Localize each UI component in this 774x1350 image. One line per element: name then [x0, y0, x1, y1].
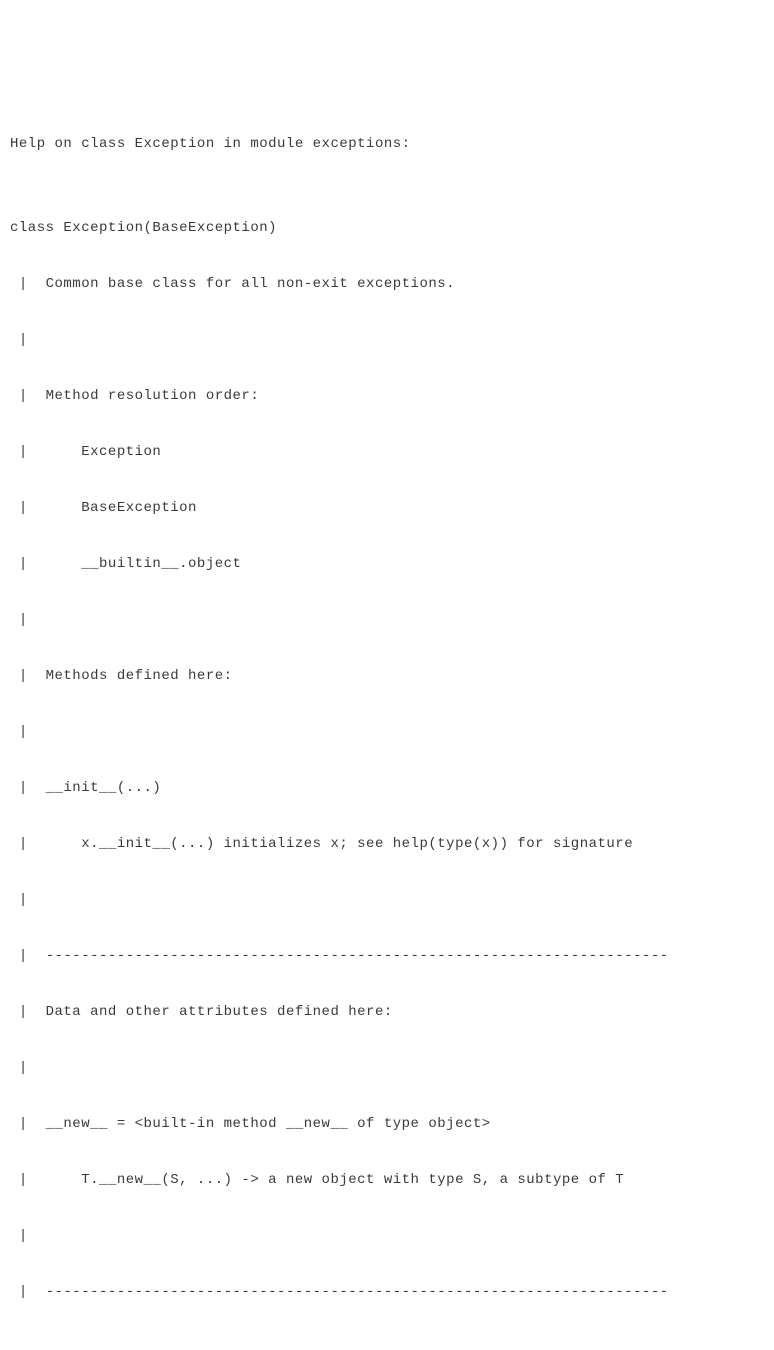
help-line: | T.__new__(S, ...) -> a new object with…: [10, 1166, 764, 1194]
help-line: |: [10, 1222, 764, 1250]
help-line: | __new__ = <built-in method __new__ of …: [10, 1110, 764, 1138]
help-line: | Data and other attributes defined here…: [10, 998, 764, 1026]
help-line: |: [10, 718, 764, 746]
help-line: | Methods defined here:: [10, 662, 764, 690]
help-line: | __init__(...): [10, 774, 764, 802]
help-line: | --------------------------------------…: [10, 942, 764, 970]
help-line: Help on class Exception in module except…: [10, 130, 764, 158]
help-line: |: [10, 326, 764, 354]
help-line: | Method resolution order:: [10, 382, 764, 410]
help-line: | __builtin__.object: [10, 550, 764, 578]
help-line: | Common base class for all non-exit exc…: [10, 270, 764, 298]
help-line: |: [10, 1054, 764, 1082]
help-line: |: [10, 886, 764, 914]
help-line: | --------------------------------------…: [10, 1278, 764, 1306]
help-line: | x.__init__(...) initializes x; see hel…: [10, 830, 764, 858]
help-line: | Exception: [10, 438, 764, 466]
help-line: | BaseException: [10, 494, 764, 522]
help-line: |: [10, 606, 764, 634]
help-line: class Exception(BaseException): [10, 214, 764, 242]
